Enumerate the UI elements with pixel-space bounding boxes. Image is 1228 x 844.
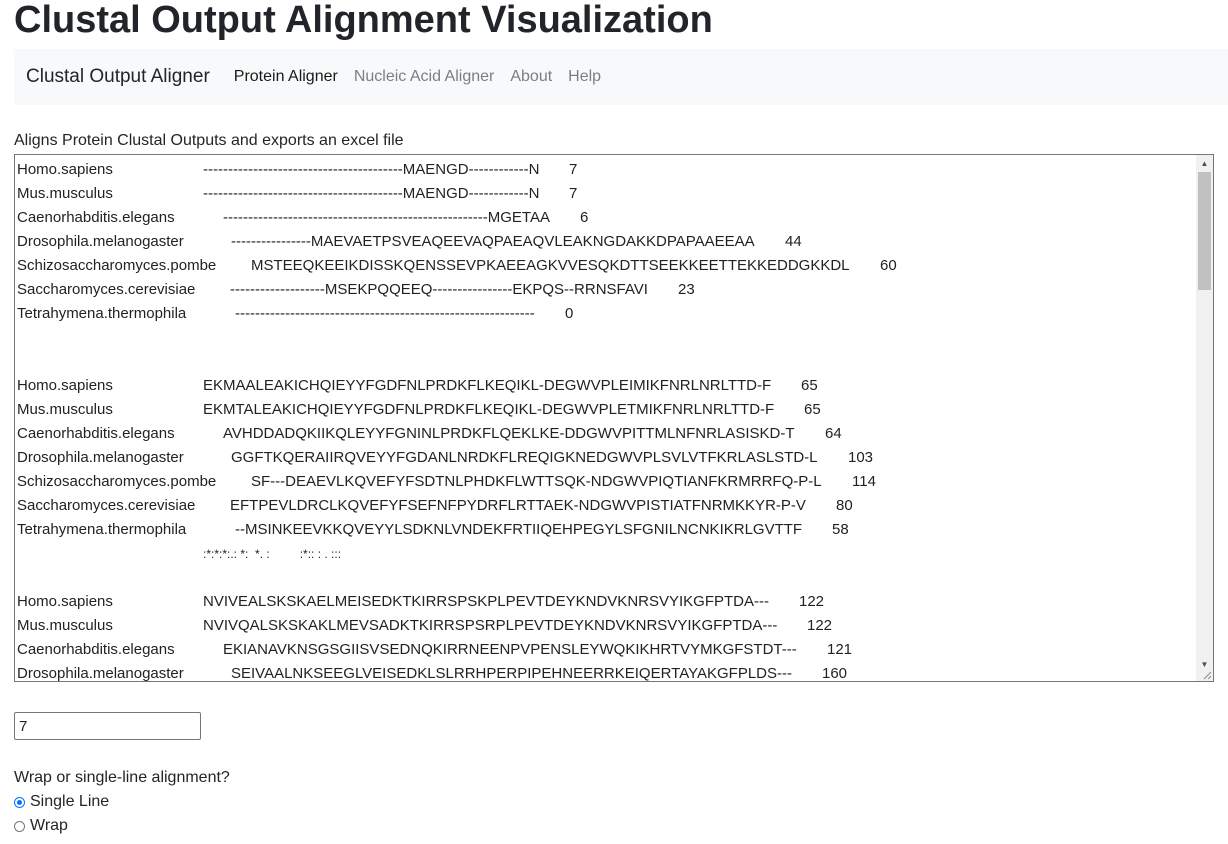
single-line-radio-button[interactable] bbox=[14, 796, 25, 808]
sequence-text: ----------------------------------------… bbox=[203, 161, 540, 178]
species-name: Homo.sapiens bbox=[17, 377, 113, 394]
species-name: Tetrahymena.thermophila bbox=[17, 305, 187, 322]
species-name: Homo.sapiens bbox=[17, 161, 113, 178]
residue-count: 60 bbox=[880, 257, 897, 274]
species-name: Homo.sapiens bbox=[17, 593, 113, 610]
resize-grip-icon[interactable] bbox=[1203, 671, 1212, 680]
alignment-row: Mus.musculus EKMTALEAKICHQIEYYFGDFNLPRDKF… bbox=[17, 398, 1195, 422]
consensus-symbols: :*:*:*:.: *: *. : :*:: : . ::: bbox=[203, 547, 342, 561]
vertical-scrollbar[interactable]: ▲ ▼ bbox=[1196, 155, 1213, 681]
alignment-row: Drosophila.melanogaster SEIVAALNKSEEGLVEI… bbox=[17, 662, 1195, 681]
scroll-thumb[interactable] bbox=[1198, 172, 1211, 290]
sequence-text: EKIANAVKNSGSGIISVSEDNQKIRRNEENPVPENSLEYW… bbox=[223, 641, 797, 658]
nav-help[interactable]: Help bbox=[568, 68, 601, 86]
species-name: Schizosaccharomyces.pombe bbox=[17, 473, 217, 490]
species-name: Drosophila.melanogaster bbox=[17, 665, 184, 681]
radio-single-line[interactable]: Single Line bbox=[14, 793, 109, 811]
residue-count: 122 bbox=[807, 617, 833, 634]
page-description: Aligns Protein Clustal Outputs and expor… bbox=[14, 132, 404, 149]
residue-count: 7 bbox=[569, 161, 578, 178]
alignment-row: Mus.musculus ----------------------------… bbox=[17, 182, 1195, 206]
alignment-row: Drosophila.melanogaster GGFTKQERAIIRQVEYY… bbox=[17, 446, 1195, 470]
alignment-row: Homo.sapiens EKMAALEAKICHQIEYYFGDFNLPRDKF… bbox=[17, 374, 1195, 398]
number-input[interactable] bbox=[14, 712, 201, 740]
sequence-text: ----------------MAEVAETPSVEAQEEVAQPAEAQV… bbox=[231, 233, 755, 250]
species-name: Saccharomyces.cerevisiae bbox=[17, 497, 196, 514]
sequence-text: MSTEEQKEEIKDISSKQENSSEVPKAEEAGKVVESQKDTT… bbox=[251, 257, 850, 274]
species-name: Mus.musculus bbox=[17, 401, 113, 418]
alignment-row: Drosophila.melanogaster ----------------M… bbox=[17, 230, 1195, 254]
residue-count: 58 bbox=[832, 521, 849, 538]
consensus-row bbox=[17, 326, 1195, 350]
wrap-option-question: Wrap or single-line alignment? bbox=[14, 769, 230, 786]
alignment-row: Tetrahymena.thermophila -----------------… bbox=[17, 302, 1195, 326]
residue-count: 65 bbox=[801, 377, 818, 394]
scroll-up-arrow-icon[interactable]: ▲ bbox=[1196, 155, 1213, 172]
alignment-output: Homo.sapiens ----------------------------… bbox=[17, 158, 1195, 681]
sequence-text: --MSINKEEVKKQVEYYLSDKNLVNDEKFRTIIQEHPEGY… bbox=[235, 521, 803, 538]
sequence-text: EKMTALEAKICHQIEYYFGDFNLPRDKFLKEQIKL-DEGW… bbox=[203, 401, 775, 418]
residue-count: 44 bbox=[785, 233, 802, 250]
navbar: Clustal Output Aligner Protein Aligner N… bbox=[14, 49, 1228, 105]
species-name: Schizosaccharomyces.pombe bbox=[17, 257, 217, 274]
residue-count: 121 bbox=[827, 641, 853, 658]
alignment-row: Caenorhabditis.elegans EKIANAVKNSGSGIISVS… bbox=[17, 638, 1195, 662]
species-name: Tetrahymena.thermophila bbox=[17, 521, 187, 538]
sequence-text: GGFTKQERAIIRQVEYYFGDANLNRDKFLREQIGKNEDGW… bbox=[231, 449, 818, 466]
alignment-row: Mus.musculus NVIVQALSKSKAKLMEVSADKTKIRRSP… bbox=[17, 614, 1195, 638]
residue-count: 0 bbox=[565, 305, 574, 322]
alignment-row: Caenorhabditis.elegans ------------------… bbox=[17, 206, 1195, 230]
nav-nucleic-acid-aligner[interactable]: Nucleic Acid Aligner bbox=[354, 68, 495, 86]
radio-wrap[interactable]: Wrap bbox=[14, 817, 68, 835]
species-name: Mus.musculus bbox=[17, 185, 113, 202]
species-name: Caenorhabditis.elegans bbox=[17, 209, 175, 226]
nav-protein-aligner[interactable]: Protein Aligner bbox=[234, 68, 338, 86]
sequence-text: EFTPEVLDRCLKQVEFYFSEFNFPYDRFLRTTAEK-NDGW… bbox=[230, 497, 806, 514]
residue-count: 103 bbox=[848, 449, 874, 466]
species-name: Caenorhabditis.elegans bbox=[17, 641, 175, 658]
alignment-row: Caenorhabditis.elegans AVHDDADQKIIKQLEYYF… bbox=[17, 422, 1195, 446]
species-name: Drosophila.melanogaster bbox=[17, 449, 184, 466]
residue-count: 80 bbox=[836, 497, 853, 514]
navbar-brand[interactable]: Clustal Output Aligner bbox=[26, 66, 210, 88]
alignment-row: Homo.sapiens NVIVEALSKSKAELMEISEDKTKIRRSP… bbox=[17, 590, 1195, 614]
alignment-row: Saccharomyces.cerevisiae ----------------… bbox=[17, 278, 1195, 302]
sequence-text: ----------------------------------------… bbox=[203, 185, 540, 202]
single-line-label: Single Line bbox=[30, 793, 110, 810]
sequence-text: EKMAALEAKICHQIEYYFGDFNLPRDKFLKEQIKL-DEGW… bbox=[203, 377, 772, 394]
residue-count: 65 bbox=[804, 401, 821, 418]
sequence-text: ----------------------------------------… bbox=[223, 209, 550, 226]
residue-count: 114 bbox=[852, 473, 876, 490]
consensus-row: :*:*:*:.: *: *. : :*:: : . ::: bbox=[17, 542, 1195, 566]
sequence-text: AVHDDADQKIIKQLEYYFGNINLPRDKFLQEKLKE-DDGW… bbox=[223, 425, 795, 442]
alignment-row: Tetrahymena.thermophila --MSINKEEVKKQVEYY… bbox=[17, 518, 1195, 542]
page-title: Clustal Output Alignment Visualization bbox=[14, 0, 713, 41]
wrap-label: Wrap bbox=[30, 817, 68, 834]
residue-count: 6 bbox=[580, 209, 589, 226]
residue-count: 64 bbox=[825, 425, 842, 442]
alignment-row: Homo.sapiens ----------------------------… bbox=[17, 158, 1195, 182]
sequence-text: SF---DEAEVLKQVEFYFSDTNLPHDKFLWTTSQK-NDGW… bbox=[251, 473, 822, 490]
sequence-text: ----------------------------------------… bbox=[235, 305, 535, 322]
wrap-radio-button[interactable] bbox=[14, 820, 25, 832]
species-name: Caenorhabditis.elegans bbox=[17, 425, 175, 442]
alignment-row: Schizosaccharomyces.pombe SF---DEAEVLKQVE… bbox=[17, 470, 1195, 494]
sequence-text: -------------------MSEKPQQEEQ-----------… bbox=[230, 281, 648, 298]
alignment-row: Saccharomyces.cerevisiae EFTPEVLDRCLKQVEF… bbox=[17, 494, 1195, 518]
sequence-text: SEIVAALNKSEEGLVEISEDKLSLRRHPERPIPEHNEERR… bbox=[231, 665, 792, 681]
residue-count: 7 bbox=[569, 185, 578, 202]
species-name: Mus.musculus bbox=[17, 617, 113, 634]
alignment-textarea[interactable]: Homo.sapiens ----------------------------… bbox=[14, 154, 1214, 682]
residue-count: 160 bbox=[822, 665, 848, 681]
nav-about[interactable]: About bbox=[510, 68, 552, 86]
sequence-text: NVIVQALSKSKAKLMEVSADKTKIRRSPSRPLPEVTDEYK… bbox=[203, 617, 778, 634]
species-name: Saccharomyces.cerevisiae bbox=[17, 281, 196, 298]
alignment-row: Schizosaccharomyces.pombe MSTEEQKEEIKDISS… bbox=[17, 254, 1195, 278]
sequence-text: NVIVEALSKSKAELMEISEDKTKIRRSPSKPLPEVTDEYK… bbox=[203, 593, 769, 610]
residue-count: 23 bbox=[678, 281, 695, 298]
species-name: Drosophila.melanogaster bbox=[17, 233, 184, 250]
residue-count: 122 bbox=[799, 593, 825, 610]
